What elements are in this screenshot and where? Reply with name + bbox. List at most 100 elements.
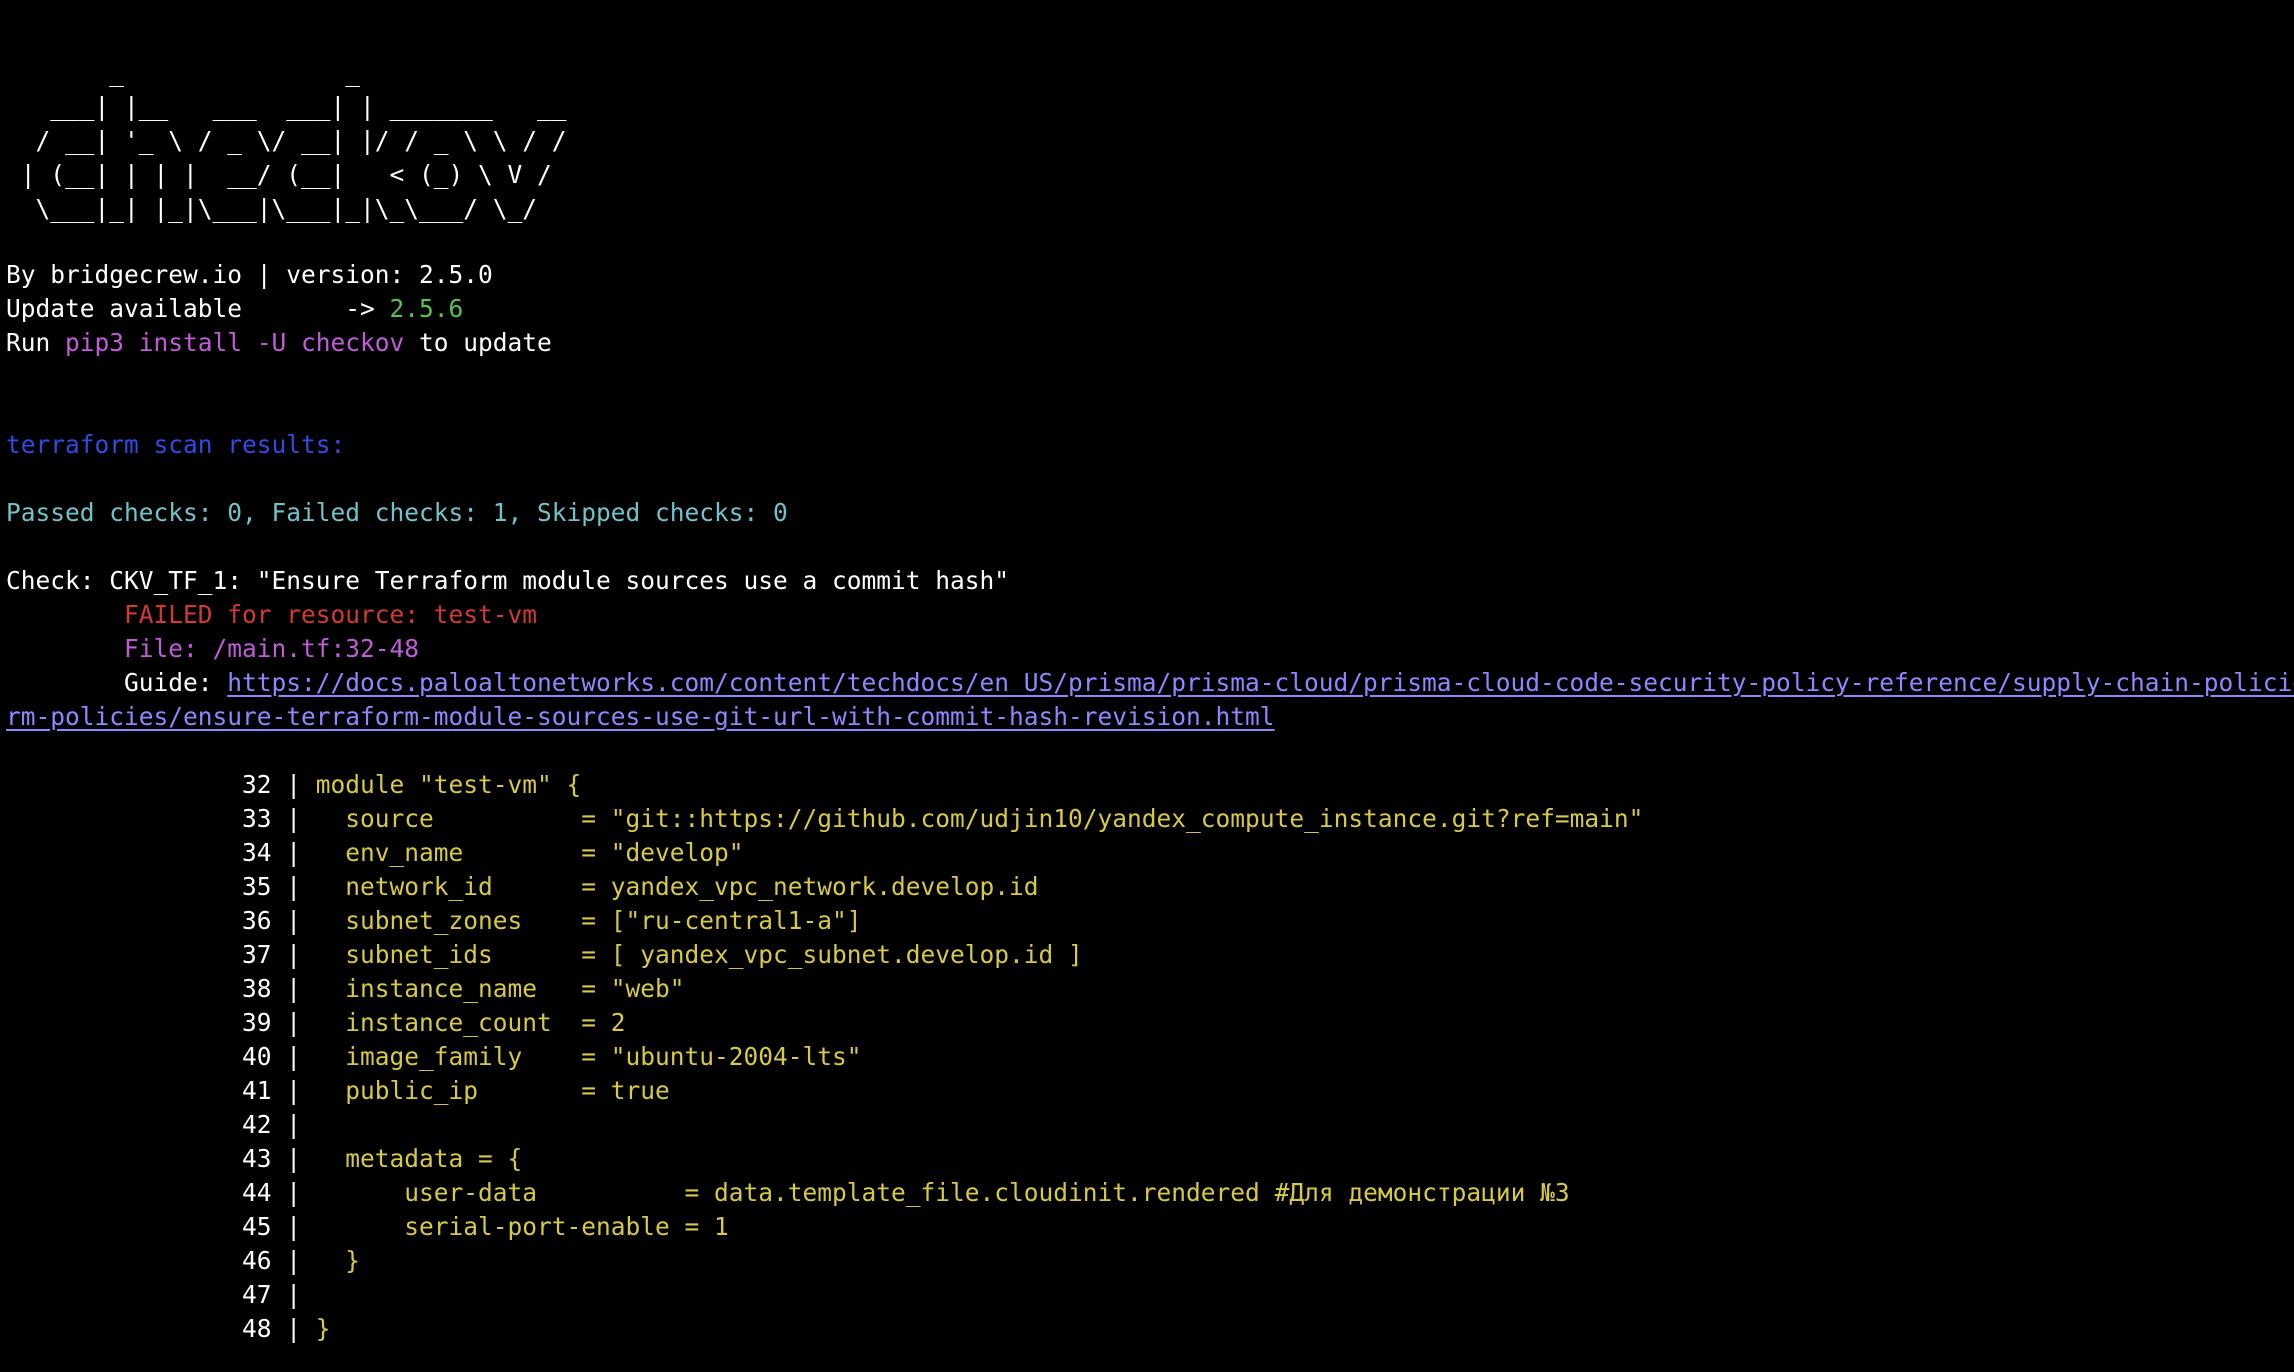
code-line: 38 | instance_name = "web"	[6, 972, 685, 1006]
code-text: }	[315, 1314, 331, 1343]
gutter-separator: |	[271, 1178, 316, 1207]
line-number: 32	[242, 770, 272, 799]
version-line: By bridgecrew.io | version: 2.5.0	[6, 260, 493, 289]
line-number: 33	[242, 804, 272, 833]
line-number: 45	[242, 1212, 272, 1241]
line-number: 43	[242, 1144, 272, 1173]
code-line: 48 | }	[6, 1312, 331, 1346]
code-text: instance_count = 2	[315, 1008, 626, 1037]
code-line: 37 | subnet_ids = [ yandex_vpc_subnet.de…	[6, 938, 1083, 972]
gutter-separator: |	[271, 906, 316, 935]
gutter-separator: |	[271, 1212, 316, 1241]
code-text: subnet_zones = ["ru-central1-a"]	[315, 906, 862, 935]
banner-line: \___|_| |_|\___|\___|_|\_\___/ \_/	[6, 194, 538, 223]
line-number: 35	[242, 872, 272, 901]
file-line: File: /main.tf:32-48	[6, 634, 420, 663]
run-line: Run pip3 install -U checkov to update	[6, 326, 552, 360]
code-line: 32 | module "test-vm" {	[6, 768, 581, 802]
code-text: }	[315, 1246, 361, 1275]
code-line: 39 | instance_count = 2	[6, 1006, 626, 1040]
code-line: 45 | serial-port-enable = 1	[6, 1210, 729, 1244]
gutter-separator: |	[271, 1076, 316, 1105]
banner-line: _ _	[6, 58, 361, 87]
gutter-separator: |	[271, 1280, 316, 1309]
code-text: source = "git::https://github.com/udjin1…	[315, 804, 1644, 833]
code-text: module "test-vm" {	[315, 770, 582, 799]
line-number: 36	[242, 906, 272, 935]
code-line: 47 |	[6, 1278, 316, 1312]
code-text: user-data = data.template_file.cloudinit…	[315, 1178, 1570, 1207]
gutter-separator: |	[271, 872, 316, 901]
code-line: 34 | env_name = "develop"	[6, 836, 744, 870]
code-line: 40 | image_family = "ubuntu-2004-lts"	[6, 1040, 862, 1074]
check-title: Check: CKV_TF_1: "Ensure Terraform modul…	[6, 566, 1010, 595]
line-number: 40	[242, 1042, 272, 1071]
guide-line: Guide: https://docs.paloaltonetworks.com…	[6, 666, 2294, 700]
guide-line-wrap: rm-policies/ensure-terraform-module-sour…	[6, 700, 1275, 734]
code-line: 35 | network_id = yandex_vpc_network.dev…	[6, 870, 1039, 904]
gutter-separator: |	[271, 804, 316, 833]
upgrade-command[interactable]: pip3 install -U checkov	[65, 328, 404, 357]
code-text: instance_name = "web"	[315, 974, 685, 1003]
banner-line: | (__| | | | __/ (__| < (_) \ V /	[6, 160, 552, 189]
code-line: 43 | metadata = {	[6, 1142, 522, 1176]
terminal-window[interactable]: _ _ ___| |__ ___ ___| | _______ __ / __|…	[0, 0, 2294, 1372]
scan-title: terraform scan results:	[6, 430, 346, 459]
code-text: metadata = {	[315, 1144, 523, 1173]
guide-link-continued[interactable]: rm-policies/ensure-terraform-module-sour…	[6, 702, 1275, 731]
banner-line: ___| |__ ___ ___| | _______ __	[6, 92, 567, 121]
code-text: env_name = "develop"	[315, 838, 744, 867]
line-number: 46	[242, 1246, 272, 1275]
line-number: 37	[242, 940, 272, 969]
update-version: 2.5.6	[389, 294, 464, 323]
code-text: image_family = "ubuntu-2004-lts"	[315, 1042, 862, 1071]
code-text: network_id = yandex_vpc_network.develop.…	[315, 872, 1039, 901]
banner-line: / __| '_ \ / _ \/ __| |/ / _ \ \ / /	[6, 126, 567, 155]
code-line: 46 | }	[6, 1244, 360, 1278]
line-number: 47	[242, 1280, 272, 1309]
failed-resource-line: FAILED for resource: test-vm	[6, 600, 538, 629]
run-prefix: Run	[6, 328, 66, 357]
code-text: public_ip = true	[315, 1076, 670, 1105]
code-line: 33 | source = "git::https://github.com/u…	[6, 802, 1643, 836]
gutter-separator: |	[271, 770, 316, 799]
guide-link[interactable]: https://docs.paloaltonetworks.com/conten…	[227, 668, 2294, 697]
line-number: 48	[242, 1314, 272, 1343]
gutter-separator: |	[271, 1144, 316, 1173]
line-number: 41	[242, 1076, 272, 1105]
code-line: 36 | subnet_zones = ["ru-central1-a"]	[6, 904, 862, 938]
gutter-separator: |	[271, 940, 316, 969]
gutter-separator: |	[271, 1008, 316, 1037]
code-line: 44 | user-data = data.template_file.clou…	[6, 1176, 1570, 1210]
update-label: Update available ->	[6, 294, 390, 323]
run-suffix: to update	[404, 328, 552, 357]
scan-summary: Passed checks: 0, Failed checks: 1, Skip…	[6, 498, 788, 527]
update-line: Update available -> 2.5.6	[6, 292, 463, 326]
gutter-separator: |	[271, 974, 316, 1003]
code-text: subnet_ids = [ yandex_vpc_subnet.develop…	[315, 940, 1083, 969]
gutter-separator: |	[271, 838, 316, 867]
code-text: serial-port-enable = 1	[315, 1212, 729, 1241]
code-line: 42 |	[6, 1108, 316, 1142]
line-number: 39	[242, 1008, 272, 1037]
guide-label: Guide:	[6, 668, 228, 697]
gutter-separator: |	[271, 1042, 316, 1071]
line-number: 44	[242, 1178, 272, 1207]
line-number: 42	[242, 1110, 272, 1139]
